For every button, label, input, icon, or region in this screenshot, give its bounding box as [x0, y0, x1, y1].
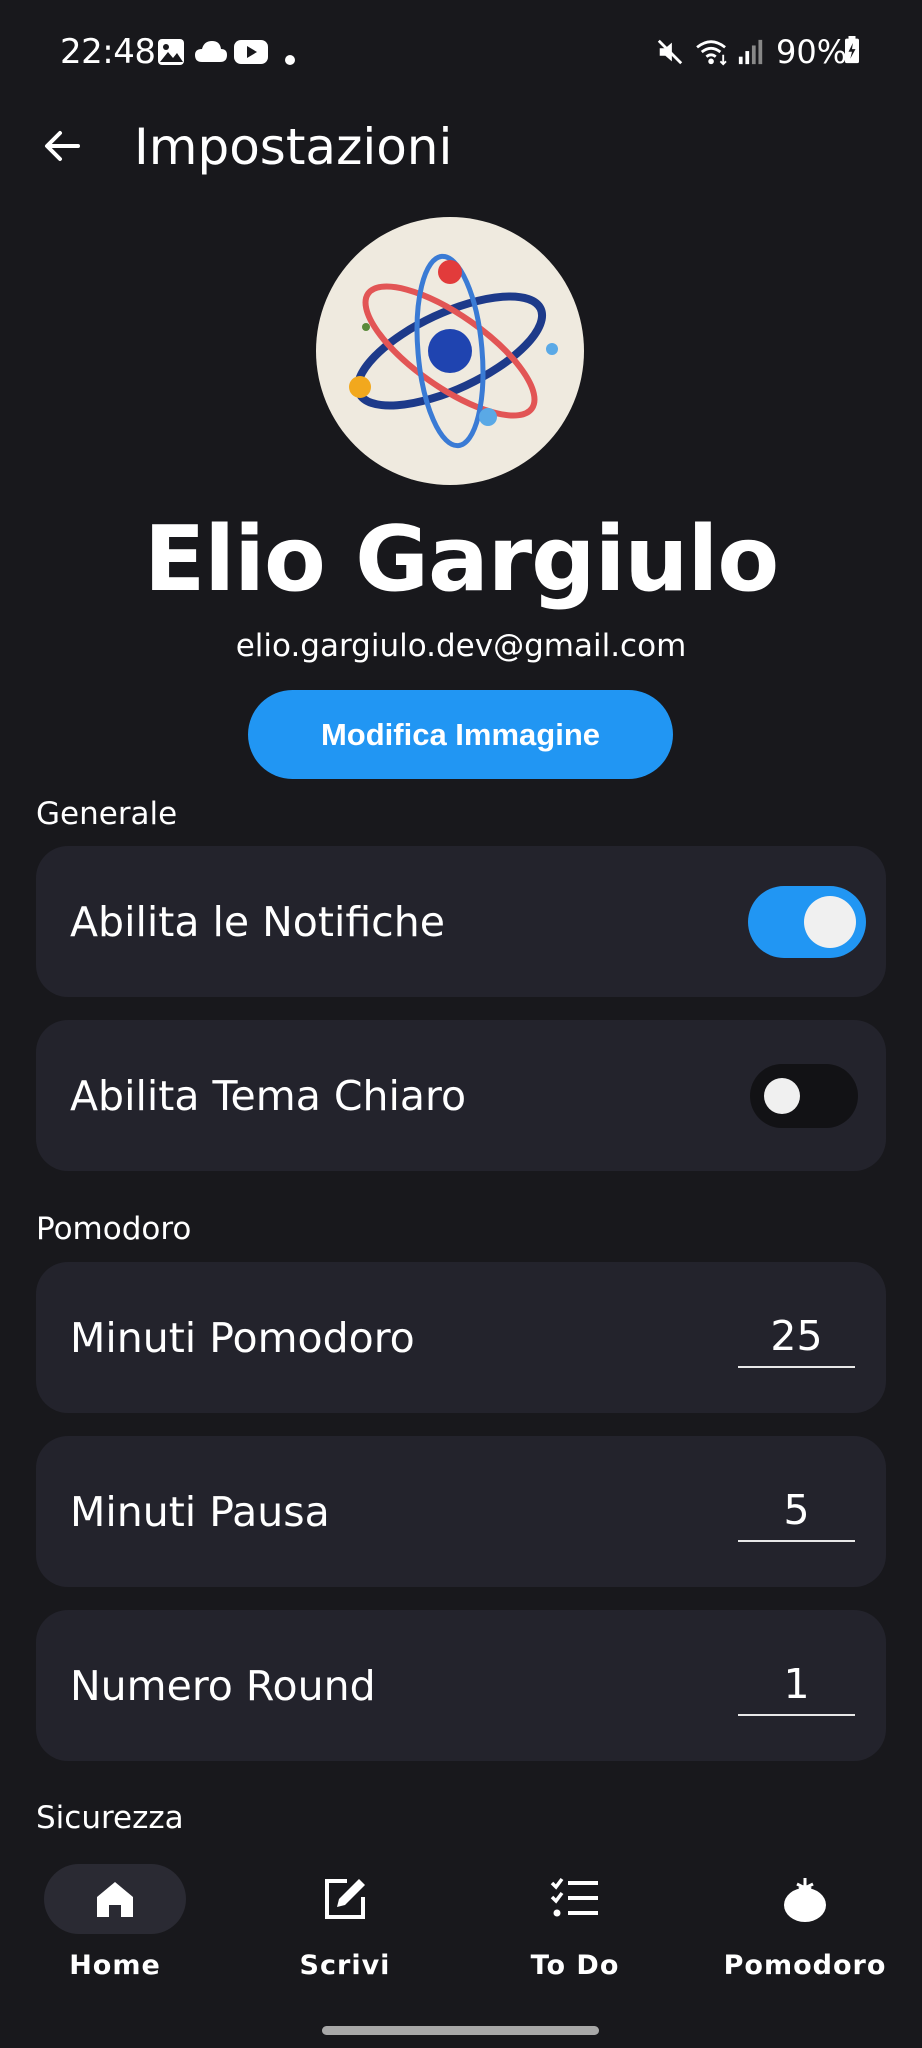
nav-icon-container	[274, 1864, 416, 1934]
nav-item-scrivi[interactable]: Scrivi	[230, 1850, 460, 2000]
nav-label-home: Home	[69, 1950, 161, 1981]
user-name: Elio Gargiulo	[143, 507, 779, 612]
atom-image-icon	[349, 253, 558, 449]
nav-label-pomodoro: Pomodoro	[723, 1950, 887, 1981]
cloud-icon	[195, 41, 227, 62]
tomato-icon	[784, 1878, 826, 1922]
light-theme-toggle[interactable]	[750, 1064, 858, 1128]
notifications-setting-card: Abilita le Notifiche	[36, 846, 886, 997]
wifi-icon	[696, 40, 727, 66]
rounds-label: Numero Round	[70, 1661, 376, 1710]
arrow-back-icon	[45, 131, 80, 161]
pause-minutes-card: Minuti Pausa 5	[36, 1436, 886, 1587]
avatar	[316, 217, 584, 485]
toggle-knob	[804, 896, 856, 948]
edit-image-button[interactable]: Modifica Immagine	[248, 690, 673, 779]
rounds-input[interactable]: 1	[738, 1654, 855, 1716]
home-icon	[97, 1882, 133, 1917]
pomodoro-minutes-input[interactable]: 25	[738, 1306, 855, 1368]
nav-icon-container	[504, 1864, 646, 1934]
section-title-general: Generale	[36, 796, 178, 832]
page-title: Impostazioni	[134, 118, 453, 176]
status-bar: 22:48 90%	[0, 0, 922, 100]
user-email: elio.gargiulo.dev@gmail.com	[235, 628, 687, 664]
nav-item-todo[interactable]: To Do	[460, 1850, 690, 2000]
image-icon	[158, 39, 184, 65]
edit-icon	[325, 1879, 365, 1919]
notifications-label: Abilita le Notifiche	[70, 897, 445, 946]
light-theme-setting-card: Abilita Tema Chiaro	[36, 1020, 886, 1171]
dot-icon	[285, 55, 295, 65]
nav-label-todo: To Do	[530, 1950, 620, 1981]
mute-icon	[657, 39, 683, 65]
nav-active-indicator	[44, 1864, 186, 1934]
section-title-security: Sicurezza	[36, 1800, 184, 1836]
light-theme-label: Abilita Tema Chiaro	[70, 1071, 467, 1120]
nav-item-pomodoro[interactable]: Pomodoro	[690, 1850, 920, 2000]
back-button[interactable]	[32, 116, 92, 176]
youtube-icon	[234, 40, 268, 64]
signal-icon	[738, 39, 763, 65]
toggle-knob	[764, 1078, 800, 1114]
pomodoro-minutes-label: Minuti Pomodoro	[70, 1313, 415, 1362]
battery-percent: 90%	[776, 33, 848, 71]
pause-minutes-label: Minuti Pausa	[70, 1487, 330, 1536]
notifications-toggle[interactable]	[748, 886, 866, 958]
bottom-navigation: Home Scrivi To Do Pomodoro	[0, 1850, 922, 2000]
nav-item-home[interactable]: Home	[0, 1850, 230, 2000]
section-title-pomodoro: Pomodoro	[36, 1211, 192, 1247]
pomodoro-minutes-card: Minuti Pomodoro 25	[36, 1262, 886, 1413]
rounds-card: Numero Round 1	[36, 1610, 886, 1761]
checklist-icon	[550, 1877, 598, 1917]
nav-label-scrivi: Scrivi	[299, 1950, 391, 1981]
pause-minutes-input[interactable]: 5	[738, 1480, 855, 1542]
battery-icon	[845, 36, 859, 64]
status-time: 22:48	[60, 32, 156, 72]
nav-icon-container	[734, 1864, 876, 1934]
home-indicator[interactable]	[322, 2026, 599, 2035]
